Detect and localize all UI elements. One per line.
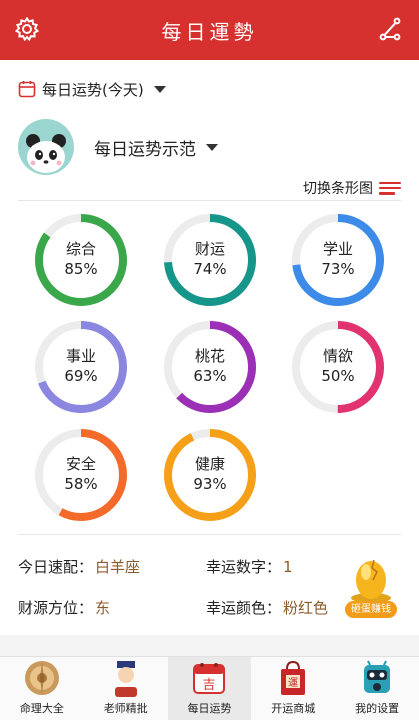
tab-master-reading[interactable]: 老师精批 (84, 657, 168, 720)
tab-my-settings[interactable]: 我的设置 (335, 657, 419, 720)
panda-icon (26, 134, 66, 173)
fortune-ring-career[interactable]: 事业 69% (32, 318, 130, 416)
profile-selector[interactable]: 每日运势示范 (18, 118, 218, 176)
wealth-direction-value: 东 (95, 599, 111, 617)
fortune-ring-wealth[interactable]: 财运 74% (161, 211, 259, 309)
profile-name: 每日运势示范 (94, 139, 196, 160)
calendar-icon: 吉 (189, 658, 229, 698)
pairing-info: 今日速配： 白羊座 (18, 556, 140, 577)
pairing-label: 今日速配： (18, 558, 94, 576)
gear-icon (14, 16, 40, 42)
date-selector[interactable]: 每日运势(今天) (18, 76, 166, 102)
smash-egg-button[interactable]: 砸蛋赚钱 (342, 554, 400, 620)
fortune-ring-romance[interactable]: 桃花 63% (161, 318, 259, 416)
lucky-color-label: 幸运颜色： (206, 599, 282, 617)
robot-icon (357, 658, 397, 698)
lucky-number-label: 幸运数字： (206, 558, 282, 576)
fortune-ring-overall[interactable]: 综合 85% (32, 211, 130, 309)
fortune-ring-study[interactable]: 学业 73% (289, 211, 387, 309)
divider (18, 534, 401, 535)
lucky-color-info: 幸运颜色： 粉红色 (206, 597, 328, 618)
tab-label: 我的设置 (355, 702, 400, 715)
fortune-percent: 93% (193, 475, 227, 493)
chevron-down-icon (206, 143, 218, 151)
fortune-percent: 85% (64, 260, 98, 278)
fortune-name: 安全 (65, 455, 96, 473)
switch-bar-chart-button[interactable]: 切换条形图 (303, 177, 401, 199)
avatar (18, 119, 74, 175)
tab-label: 每日运势 (187, 702, 232, 715)
wealth-direction-info: 财源方位：东 (18, 597, 110, 618)
golden-egg-icon (351, 559, 391, 603)
bottom-tab-bar: 命理大全 老师精批 吉 每日运势 運 开运商城 我的设置 (0, 656, 419, 720)
fortune-percent: 63% (193, 367, 227, 385)
app-header: 每日運勢 (0, 0, 419, 60)
lucky-number-value: 1 (283, 558, 293, 576)
wealth-direction-label: 财源方位： (18, 599, 94, 617)
calendar-small-icon (18, 81, 36, 98)
tab-lucky-shop[interactable]: 運 开运商城 (251, 657, 335, 720)
lucky-color-value: 粉红色 (283, 599, 329, 617)
pairing-value: 白羊座 (95, 558, 141, 576)
fortune-name: 情欲 (322, 347, 353, 365)
shop-bag-icon: 運 (273, 658, 313, 698)
fortune-percent: 50% (321, 367, 355, 385)
bar-chart-icon (379, 181, 401, 195)
fortune-name: 事业 (65, 347, 96, 365)
main-content: 每日运势(今天) 每日运势示范 切换条形图 综合 85% 财运 74% 学业 7… (0, 60, 419, 635)
fortune-ring-health[interactable]: 健康 93% (161, 426, 259, 524)
fortune-percent: 74% (193, 260, 227, 278)
fortune-name: 综合 (65, 240, 96, 258)
svg-text:運: 運 (288, 677, 298, 689)
fortune-percent: 73% (321, 260, 355, 278)
fortune-percent: 69% (64, 367, 98, 385)
chevron-down-icon (153, 85, 166, 93)
fortune-name: 健康 (194, 455, 225, 473)
fortune-name: 学业 (322, 240, 353, 258)
lucky-number-info: 幸运数字： 1 (206, 556, 293, 577)
share-icon (379, 17, 401, 41)
tab-label: 开运商城 (271, 702, 316, 715)
settings-button[interactable] (12, 14, 42, 44)
smash-egg-label: 砸蛋赚钱 (345, 601, 397, 618)
tab-daily-fortune[interactable]: 吉 每日运势 (167, 657, 252, 720)
fortune-name: 桃花 (194, 347, 225, 365)
divider (18, 200, 401, 201)
switch-bar-chart-label: 切换条形图 (303, 181, 373, 197)
fortune-ring-safety[interactable]: 安全 58% (32, 426, 130, 524)
date-selector-label: 每日运势(今天) (42, 80, 144, 99)
svg-text:吉: 吉 (203, 678, 216, 693)
share-button[interactable] (375, 14, 405, 44)
tab-label: 命理大全 (19, 702, 64, 715)
fortune-name: 财运 (194, 240, 225, 258)
fortune-ring-desire[interactable]: 情欲 50% (289, 318, 387, 416)
app-title: 每日運勢 (161, 19, 258, 44)
teacher-icon (106, 658, 146, 698)
tab-fortune-encyclopedia[interactable]: 命理大全 (0, 657, 84, 720)
compass-icon (22, 658, 62, 698)
tab-label: 老师精批 (103, 702, 148, 715)
fortune-percent: 58% (64, 475, 98, 493)
